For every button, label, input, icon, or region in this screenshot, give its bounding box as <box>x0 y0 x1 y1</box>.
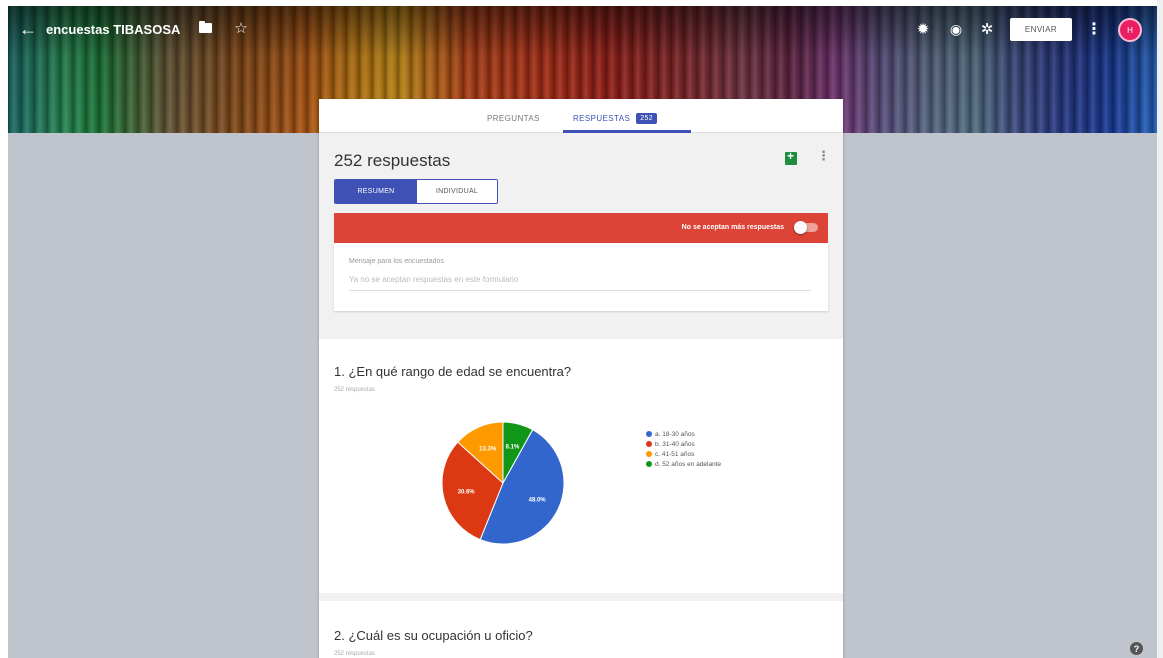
legend-item: b. 31-40 años <box>646 439 721 449</box>
help-icon[interactable]: ? <box>1130 642 1143 655</box>
question-card-1: 1. ¿En qué rango de edad se encuentra? 2… <box>319 339 843 593</box>
legend-swatch <box>646 451 652 457</box>
more-vert-icon[interactable]: ⋮ <box>1086 19 1102 39</box>
view-toggle: RESUMEN INDIVIDUAL <box>334 179 498 204</box>
eye-icon[interactable]: ◉ <box>946 19 966 39</box>
tab-responses[interactable]: RESPUESTAS 252 <box>573 110 658 126</box>
star-icon[interactable]: ☆ <box>232 18 250 38</box>
respondent-message-input[interactable]: Ya no se aceptan respuestas en este form… <box>349 275 811 291</box>
legend-label: a. 18-30 años <box>655 430 695 438</box>
pie-slice-label: 48.0% <box>529 497 547 503</box>
pie-slice-label: 13.3% <box>479 446 497 452</box>
scrollbar[interactable] <box>1157 0 1163 658</box>
tab-questions[interactable]: PREGUNTAS <box>487 110 540 126</box>
send-button[interactable]: ENVIAR <box>1010 18 1072 41</box>
gear-icon[interactable]: ✲ <box>977 19 997 39</box>
sheets-icon[interactable] <box>785 149 797 165</box>
folder-icon[interactable] <box>198 21 212 35</box>
tab-questions-label: PREGUNTAS <box>487 113 540 123</box>
legend-swatch <box>646 461 652 467</box>
summary-view-button[interactable]: RESUMEN <box>335 180 417 203</box>
question-card-2: 2. ¿Cuál es su ocupación u oficio? 252 r… <box>319 601 843 658</box>
legend-label: b. 31-40 años <box>655 440 695 448</box>
chart-legend: a. 18-30 años b. 31-40 años c. 41-51 años d… <box>646 429 721 469</box>
legend-item: d. 52 años en adelante <box>646 459 721 469</box>
legend-label: d. 52 años en adelante <box>655 460 722 468</box>
tab-bar: PREGUNTAS RESPUESTAS 252 <box>319 99 843 133</box>
legend-item: a. 18-30 años <box>646 429 721 439</box>
age-range-pie-chart: 8.1% 48.0% 30.6% 13.3% <box>441 421 565 545</box>
question-title: 2. ¿Cuál es su ocupación u oficio? <box>334 628 533 643</box>
legend-item: c. 41-51 años <box>646 449 721 459</box>
legend-label: c. 41-51 años <box>655 450 695 458</box>
pie-slice-label: 30.6% <box>458 489 476 495</box>
accepting-responses-bar: No se aceptan más respuestas <box>334 213 828 243</box>
tab-responses-label: RESPUESTAS <box>573 113 631 123</box>
avatar[interactable]: H <box>1118 18 1142 42</box>
form-title[interactable]: encuestas TIBASOSA <box>46 19 180 39</box>
back-arrow-icon[interactable]: ← <box>18 19 38 39</box>
accepting-responses-toggle[interactable] <box>794 221 818 234</box>
respondent-message-box: Mensaje para los encuestados Ya no se ac… <box>334 243 828 311</box>
responses-count-title: 252 respuestas <box>334 151 451 170</box>
responses-count-badge: 252 <box>636 112 658 124</box>
accepting-responses-label: No se aceptan más respuestas <box>681 224 784 231</box>
palette-icon[interactable]: ✹ <box>913 19 933 39</box>
question-response-count: 252 respuestas <box>334 651 376 657</box>
question-response-count: 252 respuestas <box>334 387 376 393</box>
top-app-bar: ← encuestas TIBASOSA ☆ ✹ ◉ ✲ ENVIAR ⋮ H <box>8 6 1158 52</box>
pie-slice-label: 8.1% <box>506 444 520 450</box>
respondent-message-label: Mensaje para los encuestados <box>349 258 444 265</box>
responses-summary-panel: 252 respuestas ⋮ RESUMEN INDIVIDUAL No s… <box>319 133 843 339</box>
individual-view-button[interactable]: INDIVIDUAL <box>417 180 497 203</box>
legend-swatch <box>646 441 652 447</box>
page-background: ← encuestas TIBASOSA ☆ ✹ ◉ ✲ ENVIAR ⋮ H … <box>8 6 1158 658</box>
form-sheet: PREGUNTAS RESPUESTAS 252 252 respuestas … <box>319 99 843 658</box>
legend-swatch <box>646 431 652 437</box>
more-options-icon[interactable]: ⋮ <box>817 148 830 164</box>
question-title: 1. ¿En qué rango de edad se encuentra? <box>334 364 572 379</box>
